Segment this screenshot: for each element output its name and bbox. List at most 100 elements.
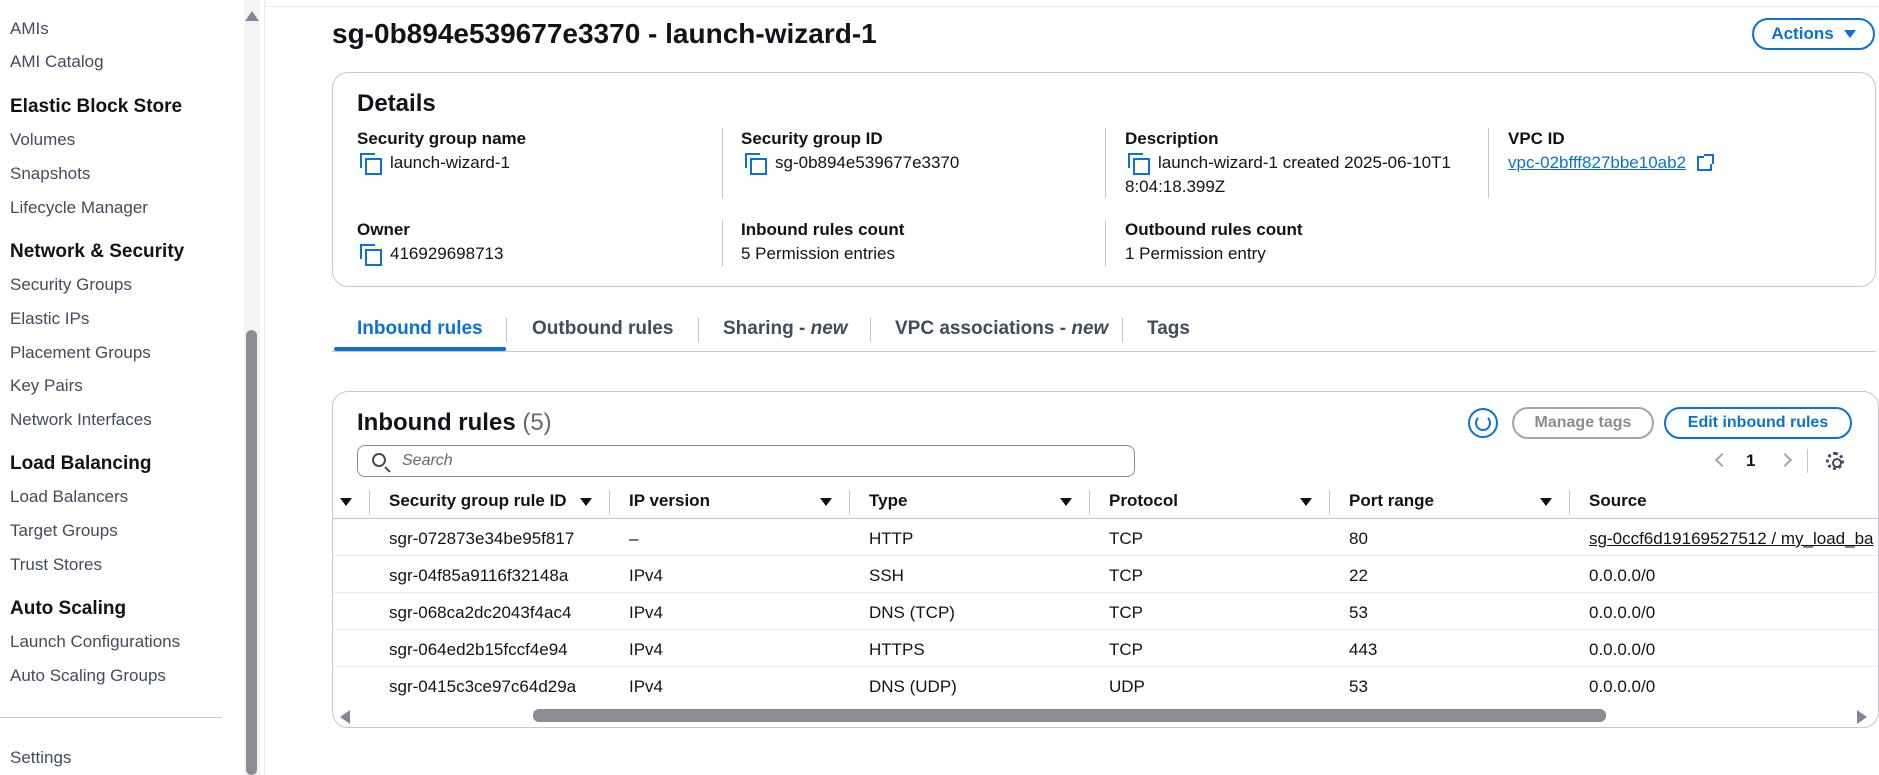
column-header-rule-id[interactable]: Security group rule ID [389, 491, 567, 511]
vpc-id-label: VPC ID [1508, 129, 1565, 148]
external-link-icon[interactable] [1697, 153, 1715, 171]
sidebar-item-settings[interactable]: Settings [10, 748, 71, 768]
divider [1105, 220, 1106, 266]
table-row[interactable]: sgr-0415c3ce97c64d29a IPv4 DNS (UDP) UDP… [333, 667, 1878, 704]
divider [1329, 490, 1330, 514]
sidebar-item-placement-groups[interactable]: Placement Groups [10, 343, 151, 363]
divider [609, 490, 610, 514]
caret-down-icon[interactable] [820, 498, 832, 506]
caret-down-icon[interactable] [1060, 498, 1072, 506]
ip-version-cell: – [629, 529, 639, 548]
sidebar-item-security-groups[interactable]: Security Groups [10, 275, 132, 295]
search-field[interactable] [357, 445, 1135, 477]
sidebar-section-auto-scaling: Auto Scaling [10, 598, 127, 619]
outbound-count-value: 1 Permission entry [1125, 244, 1266, 263]
copy-icon[interactable] [360, 244, 382, 266]
sidebar-item-key-pairs[interactable]: Key Pairs [10, 376, 83, 396]
search-input[interactable] [402, 452, 1102, 470]
outbound-count-label: Outbound rules count [1125, 220, 1303, 239]
type-cell: HTTPS [869, 640, 925, 659]
caret-down-icon[interactable] [580, 498, 592, 506]
tab-vpc-associations[interactable]: VPC associations - new [895, 318, 1108, 340]
sidebar-item-ami-catalog[interactable]: AMI Catalog [10, 52, 104, 72]
protocol-cell: TCP [1109, 603, 1143, 622]
tab-inbound-rules[interactable]: Inbound rules [357, 318, 483, 340]
actions-button[interactable]: Actions [1752, 18, 1875, 50]
tabs-divider [332, 351, 1876, 352]
sidebar-item-trust-stores[interactable]: Trust Stores [10, 555, 102, 575]
column-header-type[interactable]: Type [869, 491, 907, 511]
type-cell: HTTP [869, 529, 914, 548]
sidebar-item-launch-configurations[interactable]: Launch Configurations [10, 632, 180, 652]
copy-icon[interactable] [360, 153, 382, 175]
sidebar-item-amis[interactable]: AMIs [10, 19, 49, 39]
vpc-id-link[interactable]: vpc-02bfff827bbe10ab2 [1508, 153, 1686, 173]
refresh-button[interactable] [1468, 408, 1498, 438]
sidebar-item-load-balancers[interactable]: Load Balancers [10, 487, 128, 507]
tab-sharing[interactable]: Sharing - new [723, 318, 848, 340]
source-link[interactable]: sg-0ccf6d19169527512 / my_load_ba [1589, 529, 1874, 549]
sg-id-value: sg-0b894e539677e3370 [745, 153, 959, 175]
active-tab-indicator [334, 347, 506, 351]
table-row[interactable]: sgr-072873e34be95f817 – HTTP TCP 80 sg-0… [333, 519, 1878, 556]
table-row[interactable]: sgr-04f85a9116f32148a IPv4 SSH TCP 22 0.… [333, 556, 1878, 593]
inbound-rules-title-text: Inbound rules [357, 409, 516, 436]
table-header-row: Security group rule ID IP version Type P… [333, 485, 1878, 519]
scroll-right-arrow-icon[interactable] [1857, 710, 1867, 724]
caret-down-icon[interactable] [340, 498, 352, 506]
sidebar-item-target-groups[interactable]: Target Groups [10, 521, 118, 541]
sidebar-scroll-thumb[interactable] [246, 330, 257, 775]
divider [870, 318, 871, 342]
sidebar-item-elastic-ips[interactable]: Elastic IPs [10, 309, 89, 329]
caret-down-icon[interactable] [1300, 498, 1312, 506]
ip-version-cell: IPv4 [629, 677, 664, 696]
manage-tags-button[interactable]: Manage tags [1512, 407, 1654, 439]
ip-version-cell: IPv4 [629, 640, 664, 659]
sg-name-value: launch-wizard-1 [360, 153, 510, 175]
edit-inbound-rules-button[interactable]: Edit inbound rules [1664, 407, 1852, 439]
column-header-port-range[interactable]: Port range [1349, 491, 1434, 511]
inbound-rules-table: Security group rule ID IP version Type P… [333, 485, 1878, 705]
sidebar-divider [0, 717, 222, 718]
port-range-cell: 22 [1349, 566, 1368, 585]
ip-version-cell: IPv4 [629, 603, 664, 622]
sidebar-item-network-interfaces[interactable]: Network Interfaces [10, 410, 152, 430]
gear-icon[interactable] [1826, 452, 1844, 470]
tab-outbound-rules[interactable]: Outbound rules [532, 318, 673, 340]
divider [369, 490, 370, 514]
divider [1569, 490, 1570, 514]
source-cell: 0.0.0.0/0 [1589, 677, 1656, 696]
divider [1122, 318, 1123, 342]
page-number[interactable]: 1 [1746, 451, 1755, 471]
source-cell: 0.0.0.0/0 [1589, 603, 1656, 622]
copy-icon[interactable] [1128, 153, 1150, 175]
divider [1488, 128, 1489, 198]
sidebar-item-lifecycle-manager[interactable]: Lifecycle Manager [10, 198, 148, 218]
column-header-source[interactable]: Source [1589, 491, 1647, 511]
caret-down-icon[interactable] [1540, 498, 1552, 506]
sidebar-item-volumes[interactable]: Volumes [10, 130, 75, 150]
protocol-cell: TCP [1109, 566, 1143, 585]
type-cell: DNS (UDP) [869, 677, 957, 696]
table-row[interactable]: sgr-068ca2dc2043f4ac4 IPv4 DNS (TCP) TCP… [333, 593, 1878, 630]
sidebar-section-network-security: Network & Security [10, 241, 185, 262]
description-line2: 8:04:18.399Z [1125, 177, 1226, 196]
sidebar-item-auto-scaling-groups[interactable]: Auto Scaling Groups [10, 666, 166, 686]
column-header-protocol[interactable]: Protocol [1109, 491, 1178, 511]
owner-text: 416929698713 [390, 244, 504, 263]
description-line1: launch-wizard-1 created 2025-06-10T1 [1158, 153, 1451, 172]
table-row[interactable]: sgr-064ed2b15fccf4e94 IPv4 HTTPS TCP 443… [333, 630, 1878, 667]
protocol-cell: TCP [1109, 640, 1143, 659]
copy-icon[interactable] [745, 153, 767, 175]
scroll-up-arrow-icon[interactable] [245, 11, 259, 21]
divider [849, 490, 850, 514]
owner-label: Owner [357, 220, 410, 239]
divider [698, 318, 699, 342]
type-cell: DNS (TCP) [869, 603, 955, 622]
rule-id-cell: sgr-04f85a9116f32148a [389, 566, 569, 585]
sidebar-item-snapshots[interactable]: Snapshots [10, 164, 90, 184]
column-header-ip-version[interactable]: IP version [629, 491, 710, 511]
horizontal-scroll-thumb[interactable] [533, 709, 1606, 722]
scroll-left-arrow-icon[interactable] [340, 710, 350, 724]
tab-tags[interactable]: Tags [1147, 318, 1190, 340]
